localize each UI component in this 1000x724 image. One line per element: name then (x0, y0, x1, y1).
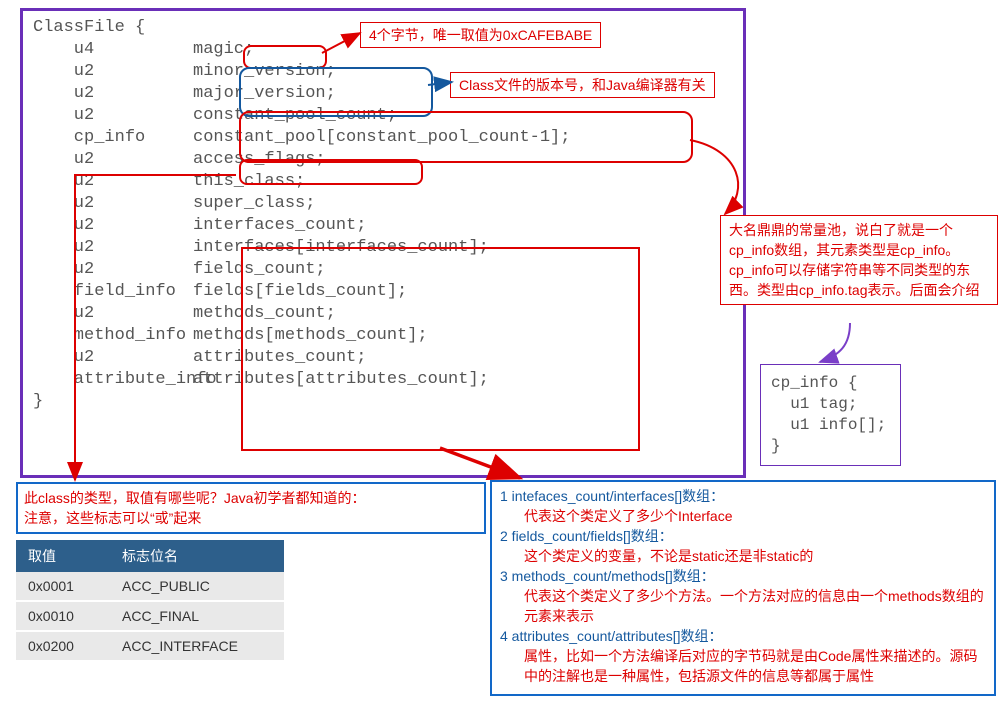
access-flags-table: 取值 标志位名 0x0001ACC_PUBLIC0x0010ACC_FINAL0… (16, 540, 284, 662)
th-flag: 标志位名 (110, 540, 284, 572)
callout-magic: 4个字节，唯一取值为0xCAFEBABE (360, 22, 601, 48)
table-row: 0x0010ACC_FINAL (16, 601, 284, 631)
callout-version: Class文件的版本号，和Java编译器有关 (450, 72, 715, 98)
classfile-row: u2super_class; (33, 193, 733, 215)
table-row: 0x0001ACC_PUBLIC (16, 572, 284, 601)
box-version (239, 67, 433, 117)
callout-constant-pool: 大名鼎鼎的常量池，说白了就是一个cp_info数组，其元素类型是cp_info。… (720, 215, 998, 305)
box-constant-pool (239, 111, 693, 163)
box-magic (243, 45, 327, 69)
members-explain: 1 intefaces_count/interfaces[]数组： 代表这个类定… (490, 480, 996, 696)
box-members (241, 247, 640, 451)
th-value: 取值 (16, 540, 110, 572)
classfile-row: u2interfaces_count; (33, 215, 733, 237)
table-row: 0x0200ACC_INTERFACE (16, 631, 284, 661)
box-access-flags (239, 159, 423, 185)
cp-info-struct: cp_info { u1 tag; u1 info[]; } (760, 364, 901, 466)
access-flags-note: 此class的类型，取值有哪些呢？Java初学者都知道的： 注意，这些标志可以“… (16, 482, 486, 534)
